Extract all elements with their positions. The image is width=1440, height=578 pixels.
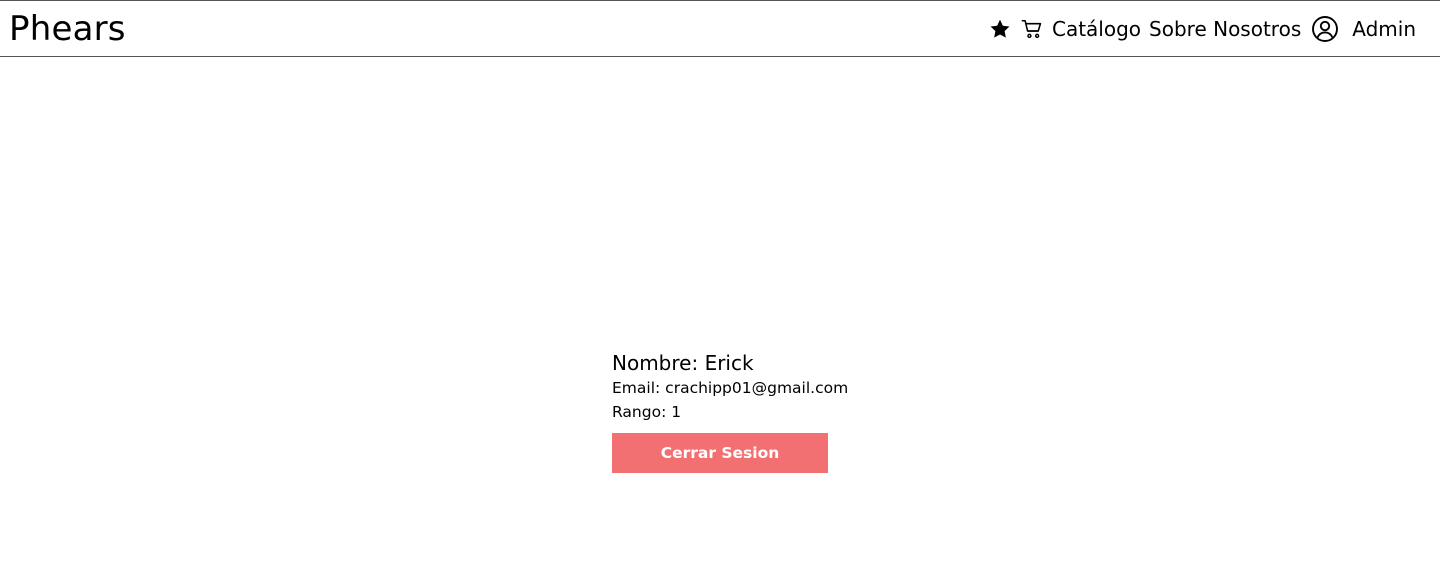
logout-button[interactable]: Cerrar Sesion — [612, 433, 828, 473]
main-nav: Catálogo Sobre Nosotros Admin — [989, 15, 1416, 43]
nav-link-about[interactable]: Sobre Nosotros — [1149, 19, 1301, 39]
nav-link-catalog[interactable]: Catálogo — [1052, 19, 1141, 39]
profile-rank-row: Rango: 1 — [612, 400, 828, 424]
email-label: Email: — [612, 379, 661, 397]
profile-email-row: Email: crachipp01@gmail.com — [612, 376, 848, 400]
profile-card: Nombre: Erick Email: crachipp01@gmail.co… — [612, 350, 848, 473]
name-value: Erick — [704, 351, 754, 375]
name-label: Nombre: — [612, 351, 699, 375]
top-navbar: Phears Catálogo Sobre Nosotros Admin — [0, 0, 1440, 57]
brand-logo[interactable]: Phears — [9, 12, 126, 46]
email-value: crachipp01@gmail.com — [665, 379, 849, 397]
rank-label: Rango: — [612, 403, 667, 421]
profile-name-row: Nombre: Erick — [612, 350, 828, 376]
user-circle-icon[interactable] — [1311, 15, 1339, 43]
star-icon[interactable] — [989, 18, 1011, 40]
rank-value: 1 — [671, 403, 682, 421]
nav-link-admin[interactable]: Admin — [1352, 19, 1416, 39]
cart-icon[interactable] — [1021, 18, 1043, 40]
